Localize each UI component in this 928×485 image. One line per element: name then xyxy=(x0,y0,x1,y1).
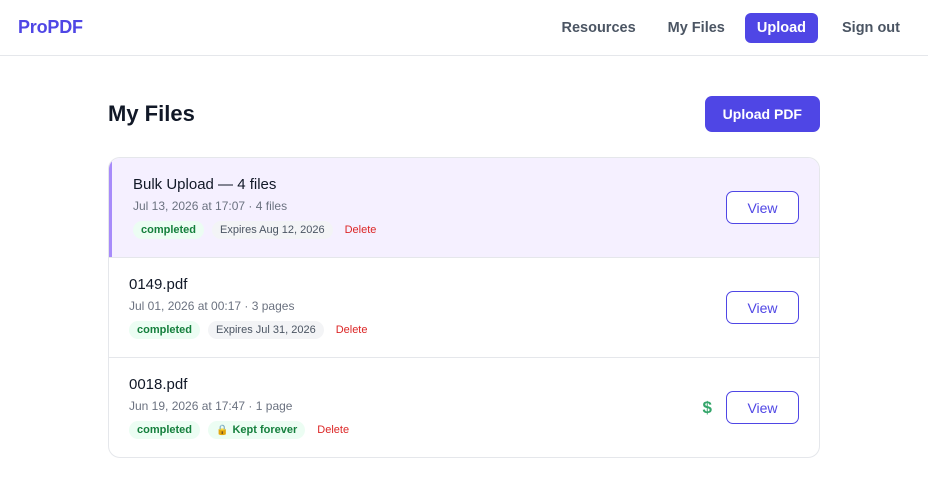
top-navigation-bar: ProPDF Resources My Files Upload Sign ou… xyxy=(0,0,928,56)
file-meta: Jul 01, 2026 at 00:17 · 3 pages xyxy=(129,299,295,313)
file-tags: completed Expires Jul 31, 2026 Delete xyxy=(129,321,367,339)
file-name: Bulk Upload — 4 files xyxy=(133,176,277,193)
delete-link[interactable]: Delete xyxy=(336,324,368,336)
file-meta: Jul 13, 2026 at 17:07 · 4 files xyxy=(133,199,288,213)
file-name: 0149.pdf xyxy=(129,276,188,293)
nav-my-files-link[interactable]: My Files xyxy=(658,14,735,42)
file-row-0018[interactable]: 0018.pdf Jun 19, 2026 at 17:47 · 1 page … xyxy=(109,357,819,457)
file-info: 0018.pdf Jun 19, 2026 at 17:47 · 1 page … xyxy=(129,376,349,439)
row-actions: View xyxy=(726,191,799,224)
page-title: My Files xyxy=(108,101,195,126)
file-row-0149[interactable]: 0149.pdf Jul 01, 2026 at 00:17 · 3 pages… xyxy=(109,257,819,357)
kept-forever-badge: 🔒 Kept forever xyxy=(208,421,306,439)
file-info: 0149.pdf Jul 01, 2026 at 00:17 · 3 pages… xyxy=(129,276,367,339)
file-tags: completed Expires Aug 12, 2026 Delete xyxy=(133,221,376,239)
file-meta: Jun 19, 2026 at 17:47 · 1 page xyxy=(129,399,293,413)
status-badge: completed xyxy=(129,421,201,439)
view-button[interactable]: View xyxy=(726,391,799,424)
file-name: 0018.pdf xyxy=(129,376,188,393)
expiry-badge: Expires Jul 31, 2026 xyxy=(208,321,324,339)
kept-forever-label: Kept forever xyxy=(232,424,298,436)
row-actions: View xyxy=(726,291,799,324)
nav-sign-out-link[interactable]: Sign out xyxy=(832,14,910,42)
expiry-badge: Expires Aug 12, 2026 xyxy=(212,221,333,239)
lock-icon: 🔒 xyxy=(216,424,229,436)
file-info: Bulk Upload — 4 files Jul 13, 2026 at 17… xyxy=(133,176,376,239)
status-badge: completed xyxy=(129,321,201,339)
status-badge: completed xyxy=(133,221,205,239)
nav-resources-link[interactable]: Resources xyxy=(551,14,645,42)
dollar-icon[interactable]: $ xyxy=(703,398,712,418)
row-actions: $ View xyxy=(703,391,799,424)
view-button[interactable]: View xyxy=(726,291,799,324)
main-nav: Resources My Files Upload Sign out xyxy=(551,12,910,43)
delete-link[interactable]: Delete xyxy=(317,424,349,436)
file-row-bulk-upload[interactable]: Bulk Upload — 4 files Jul 13, 2026 at 17… xyxy=(109,158,819,257)
view-button[interactable]: View xyxy=(726,191,799,224)
brand-logo[interactable]: ProPDF xyxy=(18,17,83,38)
upload-pdf-button[interactable]: Upload PDF xyxy=(704,96,820,132)
page-header: My Files Upload PDF xyxy=(108,96,820,132)
nav-upload-button[interactable]: Upload xyxy=(744,12,818,43)
main-content: My Files Upload PDF Bulk Upload — 4 file… xyxy=(108,56,820,458)
file-tags: completed 🔒 Kept forever Delete xyxy=(129,421,349,439)
file-list: Bulk Upload — 4 files Jul 13, 2026 at 17… xyxy=(108,157,820,458)
delete-link[interactable]: Delete xyxy=(345,224,377,236)
